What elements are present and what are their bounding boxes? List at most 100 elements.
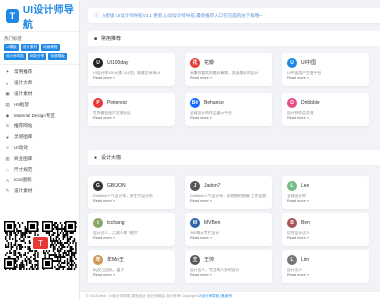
read-more-link[interactable]: Read more »: [93, 199, 170, 203]
site-avatar: L: [287, 254, 297, 265]
layers-icon: ≡: [6, 145, 9, 151]
sidebar-item[interactable]: ▣ 设计素材: [0, 89, 79, 100]
sidebar-item-label: 尺寸规范: [14, 166, 33, 172]
card-header: M MVBen: [190, 217, 267, 228]
site-avatar: t: [93, 217, 103, 228]
site-card[interactable]: P Pinterest 世界最佳图片交流社区 Read more »: [88, 93, 175, 126]
card-title: Dribbble: [301, 99, 320, 106]
site-logo[interactable]: T UI设计师导航: [0, 0, 79, 32]
palette-icon: ◐: [6, 80, 9, 86]
read-more-link[interactable]: Read more »: [287, 273, 364, 277]
site-card[interactable]: U UI100day UI设计师100天练习计划，助推您享有UI Read more …: [88, 53, 175, 86]
sidebar-item-label: 推荐网站: [14, 123, 33, 129]
section-title: 常用推荐: [101, 36, 122, 42]
sidebar-item-label: 设计素材: [14, 90, 33, 96]
site-card[interactable]: M MVBen 365每天专栏设计 Read more »: [185, 213, 272, 246]
card-header: U UI100day: [93, 57, 170, 68]
sidebar-item[interactable]: ✦ 常用推荐: [0, 67, 79, 78]
info-icon: ⓘ: [94, 13, 100, 19]
tag-item[interactable]: 设计素材: [20, 44, 40, 51]
card-header: J Jadon7: [190, 180, 267, 191]
tag-item[interactable]: 设计师导航: [4, 53, 26, 60]
site-card[interactable]: 王王帅 设计达人，专注的人多的设计 Read more »: [185, 250, 272, 283]
site-card[interactable]: L Lim 设计达人 Read more »: [282, 250, 369, 283]
site-avatar: Bē: [190, 97, 200, 108]
card-header: L Lim: [287, 254, 364, 265]
site-avatar: B: [287, 217, 297, 228]
site-avatar: J: [190, 180, 200, 191]
read-more-link[interactable]: Read more »: [190, 76, 267, 80]
qr-code: T: [3, 220, 78, 272]
read-more-link[interactable]: Read more »: [93, 116, 170, 120]
sidebar-item-label: Material Design专区: [14, 112, 56, 118]
card-header: 年年Mo王: [93, 254, 170, 265]
site-card[interactable]: B Ben 优秀设计达人 Read more »: [282, 213, 369, 246]
sidebar-item-label: UI动效: [14, 144, 28, 150]
card-title: Lim: [301, 256, 310, 263]
sidebar-item-label: 商业图库: [14, 155, 33, 161]
site-card[interactable]: 花花瓣 采集你喜欢的美好事物，发现美好的设计 Read more »: [185, 53, 272, 86]
read-more-link[interactable]: Read more »: [190, 236, 267, 240]
site-card[interactable]: Bē Behance 全球设计师作品展示平台 Read more »: [185, 93, 272, 126]
card-header: U UI中国: [287, 57, 364, 68]
site-card[interactable]: D Dribbble 设计师作品交流 Read more »: [282, 93, 369, 126]
sidebar-item[interactable]: ▥ 商业图库: [0, 153, 79, 164]
card-header: Bē Behance: [190, 97, 267, 108]
card-title: 王帅: [204, 257, 215, 263]
site-card[interactable]: t tcchang 设计达人，江湖人称 "晓尔" Read more »: [88, 213, 175, 246]
read-more-link[interactable]: Read more »: [287, 116, 364, 120]
card-header: t tcchang: [93, 217, 170, 228]
site-card[interactable]: 年年Mo王 Bg交互团队，嘉子 Read more »: [88, 250, 175, 283]
site-avatar: L: [287, 180, 297, 191]
sidebar-item-label: 灵感图库: [14, 134, 33, 140]
card-title: tcchang: [107, 219, 125, 226]
sidebar-item[interactable]: ♥ 灵感图库: [0, 132, 79, 143]
tag-item[interactable]: 网站分享: [27, 53, 47, 60]
section-header: ■ 常用推荐: [88, 31, 380, 47]
read-more-link[interactable]: Read more »: [190, 273, 267, 277]
sidebar-item[interactable]: ◆ Material Design专区: [0, 110, 79, 121]
notice-text[interactable]: 5星级 UI设计师导航V3.1 更新,心动设计师导航,最新推荐入口在页面的左下角…: [103, 13, 262, 19]
site-avatar: 年: [93, 254, 103, 265]
tag-item[interactable]: UI模板: [4, 44, 19, 51]
card-title: Ben: [301, 219, 310, 226]
diamond-icon: ◆: [5, 112, 10, 118]
card-title: GBIJON: [107, 182, 126, 189]
card-title: 年Mo王: [107, 257, 124, 263]
site-card[interactable]: U UI中国 UI中国用户交流平台 Read more »: [282, 53, 369, 86]
sidebar-item[interactable]: ≡ UI动效: [0, 143, 79, 154]
font-icon: A: [5, 177, 9, 183]
read-more-link[interactable]: Read more »: [287, 199, 364, 203]
section-header: ● 设计大咖: [88, 150, 380, 166]
tag-item[interactable]: 动画教程: [41, 44, 60, 51]
sidebar-item[interactable]: ◐ 设计大师: [0, 78, 79, 89]
flame-icon: ✦: [5, 69, 10, 75]
sidebar-item[interactable]: Aicon图标: [0, 175, 79, 186]
read-more-link[interactable]: Read more »: [93, 273, 170, 277]
read-more-link[interactable]: Read more »: [287, 76, 364, 80]
card-title: 花瓣: [204, 60, 215, 66]
read-more-link[interactable]: Read more »: [190, 116, 267, 120]
site-card[interactable]: L Lee 全球设计师 Read more »: [282, 176, 369, 209]
svg-text:T: T: [38, 239, 43, 248]
site-avatar: U: [287, 57, 297, 68]
sidebar-item[interactable]: ♔ 推荐网站: [0, 121, 79, 132]
site-card[interactable]: JJadon7Dribbble人气设计师，用理想的眼睛 工作室第三工作室Read…: [185, 176, 272, 209]
sidebar-item[interactable]: ✎ 设计素材: [0, 186, 79, 197]
read-more-link[interactable]: Read more »: [287, 236, 364, 240]
read-more-link[interactable]: Read more »: [93, 76, 170, 80]
notice-bar: ⓘ 5星级 UI设计师导航V3.1 更新,心动设计师导航,最新推荐入口在页面的左…: [88, 8, 380, 23]
footer-link[interactable]: UI设计师导航 |备案号: [198, 294, 232, 299]
read-more-link[interactable]: Read more »: [190, 199, 267, 203]
section-common: ■ 常用推荐: [88, 31, 380, 47]
site-avatar: M: [190, 217, 200, 228]
site-avatar: D: [287, 97, 297, 108]
sidebar-item[interactable]: ⌂ 尺寸规范: [0, 164, 79, 175]
read-more-link[interactable]: Read more »: [93, 236, 170, 240]
site-card[interactable]: G GBIJON Dribbble人气设计师，原生代设计师 Read more »: [88, 176, 175, 209]
logo-icon: T: [6, 8, 19, 23]
sidebar: T UI设计师导航 热门标签 UI模板 设计素材 动画教程 设计师导航 网站分享…: [0, 0, 80, 300]
ruler-icon: ⌂: [6, 167, 9, 173]
tag-item[interactable]: 免费模板: [48, 53, 67, 60]
sidebar-item[interactable]: ▤ H5框架: [0, 99, 79, 110]
